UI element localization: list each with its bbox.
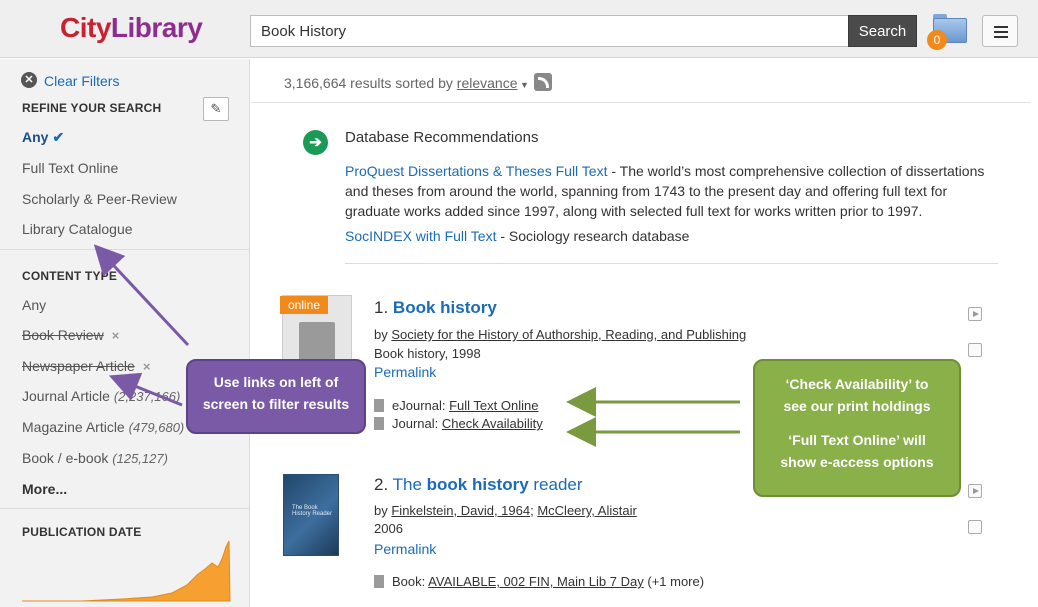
publication-date-heading: PUBLICATION DATE bbox=[22, 525, 142, 539]
online-badge: online bbox=[280, 296, 328, 314]
divider bbox=[251, 102, 1031, 103]
arrow-right-icon: ➔ bbox=[303, 130, 328, 155]
result-author: by Society for the History of Authorship… bbox=[374, 327, 747, 342]
permalink[interactable]: Permalink bbox=[374, 541, 436, 557]
book-icon bbox=[374, 575, 384, 588]
availability-help-callout: ‘Check Availability’ to see our print ho… bbox=[753, 359, 961, 497]
recommendation-link[interactable]: SocINDEX with Full Text bbox=[345, 228, 496, 244]
journal-icon bbox=[374, 417, 384, 430]
result-title: 2. The book history reader bbox=[374, 475, 583, 494]
content-item-any[interactable]: Any bbox=[22, 297, 46, 313]
result-author: by Finkelstein, David, 1964; McCleery, A… bbox=[374, 503, 637, 518]
search-input[interactable] bbox=[250, 15, 848, 47]
content-type-heading: CONTENT TYPE bbox=[22, 269, 118, 283]
search-button[interactable]: Search bbox=[848, 15, 917, 47]
chevron-down-icon: ▼ bbox=[517, 80, 529, 90]
folder-count-badge: 0 bbox=[927, 30, 947, 50]
more-link[interactable]: More... bbox=[22, 481, 67, 497]
refine-item-library-catalogue[interactable]: Library Catalogue bbox=[22, 221, 133, 237]
recommendations-title: Database Recommendations bbox=[345, 129, 539, 146]
preview-icon[interactable] bbox=[968, 484, 982, 498]
result-year: 2006 bbox=[374, 521, 403, 536]
clear-filters-link[interactable]: Clear Filters bbox=[44, 73, 119, 89]
ejournal-icon bbox=[374, 399, 384, 412]
availability-link[interactable]: AVAILABLE, 002 FIN, Main Lib 7 Day bbox=[428, 574, 644, 589]
result-title-link[interactable]: Book history bbox=[393, 298, 497, 317]
permalink[interactable]: Permalink bbox=[374, 364, 436, 380]
result-thumbnail[interactable]: online bbox=[280, 295, 352, 365]
recommendation-link[interactable]: ProQuest Dissertations & Theses Full Tex… bbox=[345, 163, 607, 179]
checkmark-icon: ✔ bbox=[52, 129, 65, 145]
filter-help-callout: Use links on left of screen to filter re… bbox=[186, 359, 366, 434]
availability-row: eJournal: Full Text Online bbox=[374, 398, 538, 413]
content-item-book[interactable]: Book / e-book (125,127) bbox=[22, 450, 168, 466]
divider bbox=[0, 508, 250, 509]
rss-icon[interactable] bbox=[534, 73, 552, 91]
check-availability-link[interactable]: Check Availability bbox=[442, 416, 543, 431]
preview-icon[interactable] bbox=[968, 307, 982, 321]
refine-item-any[interactable]: Any ✔ bbox=[22, 129, 64, 146]
logo[interactable]: CityLibrary bbox=[60, 12, 203, 44]
content-item-magazine[interactable]: Magazine Article (479,680) bbox=[22, 419, 184, 435]
header: CityLibrary Search 0 bbox=[0, 0, 1038, 58]
add-to-folder-icon[interactable] bbox=[968, 520, 982, 534]
author-link[interactable]: Society for the History of Authorship, R… bbox=[391, 327, 746, 342]
remove-icon[interactable]: × bbox=[143, 359, 151, 374]
full-text-online-link[interactable]: Full Text Online bbox=[449, 398, 538, 413]
result-publication: Book history, 1998 bbox=[374, 346, 481, 361]
content-item-journal[interactable]: Journal Article (2,237,166) bbox=[22, 388, 180, 404]
recommendation-item: SocINDEX with Full Text - Sociology rese… bbox=[345, 228, 690, 244]
refine-heading: REFINE YOUR SEARCH bbox=[22, 101, 162, 115]
add-to-folder-icon[interactable] bbox=[968, 343, 982, 357]
logo-part2: Library bbox=[110, 12, 203, 43]
divider bbox=[345, 263, 998, 264]
author-link[interactable]: Finkelstein, David, 1964 bbox=[391, 503, 530, 518]
content-item-book-review[interactable]: Book Review × bbox=[22, 327, 119, 343]
recommendation-item: ProQuest Dissertations & Theses Full Tex… bbox=[345, 163, 985, 219]
content-item-newspaper[interactable]: Newspaper Article × bbox=[22, 358, 150, 374]
author-link[interactable]: McCleery, Alistair bbox=[537, 503, 636, 518]
result-thumbnail[interactable]: The Book History Reader bbox=[283, 474, 339, 556]
divider bbox=[0, 249, 250, 250]
publication-date-chart[interactable] bbox=[22, 539, 232, 603]
results-count: 3,166,664 results sorted by relevance ▼ bbox=[284, 75, 529, 91]
availability-row: Book: AVAILABLE, 002 FIN, Main Lib 7 Day… bbox=[374, 574, 704, 589]
menu-button[interactable] bbox=[982, 15, 1018, 47]
sort-dropdown[interactable]: relevance bbox=[457, 75, 518, 91]
refine-item-full-text[interactable]: Full Text Online bbox=[22, 160, 118, 176]
availability-row: Journal: Check Availability bbox=[374, 416, 543, 431]
logo-part1: City bbox=[60, 12, 111, 43]
sidebar: ✕ Clear Filters REFINE YOUR SEARCH ✎ Any… bbox=[0, 59, 250, 607]
hamburger-icon bbox=[994, 26, 1008, 28]
result-title-link[interactable]: The book history reader bbox=[393, 475, 583, 494]
result-title: 1. Book history bbox=[374, 298, 497, 317]
refine-item-scholarly[interactable]: Scholarly & Peer-Review bbox=[22, 191, 177, 207]
more-holdings[interactable]: (+1 more) bbox=[647, 574, 704, 589]
pencil-icon[interactable]: ✎ bbox=[203, 97, 229, 121]
ejournal-icon bbox=[299, 322, 335, 362]
remove-icon[interactable]: × bbox=[112, 328, 120, 343]
close-icon[interactable]: ✕ bbox=[21, 72, 37, 88]
